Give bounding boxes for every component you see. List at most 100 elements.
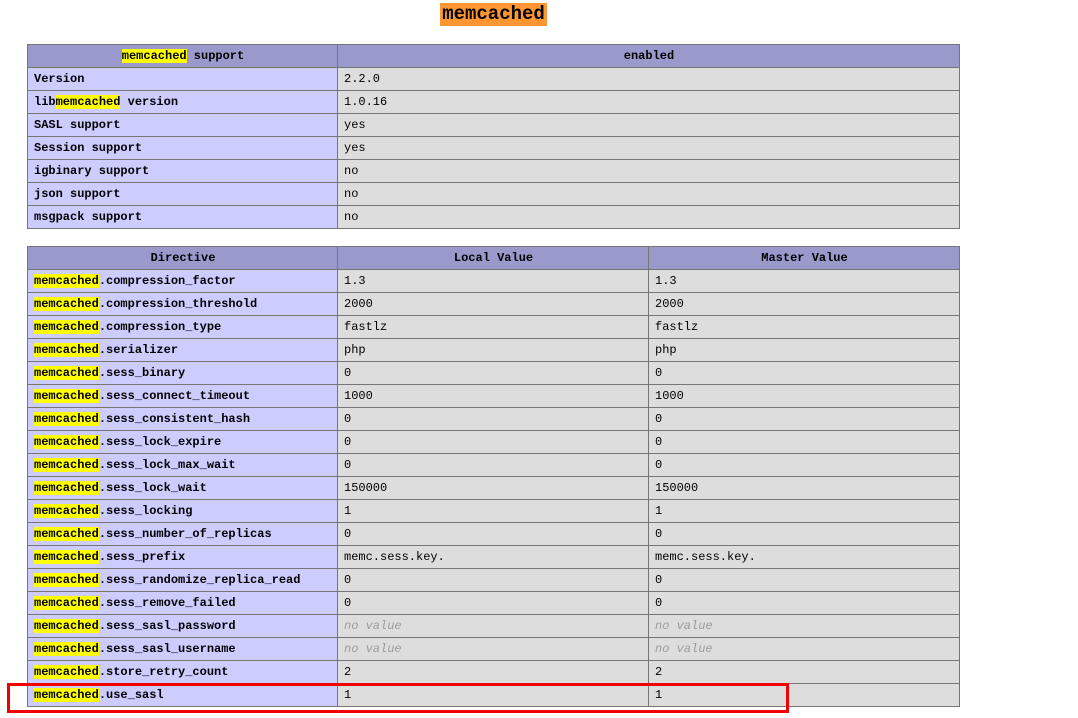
row-value-cell: 1.3 bbox=[337, 269, 649, 293]
row-value-cell: 0 bbox=[337, 522, 649, 546]
row-label-cell: Version bbox=[27, 67, 338, 91]
row-value-cell: 150000 bbox=[337, 476, 649, 500]
row-value-cell: 0 bbox=[337, 361, 649, 385]
table-row: memcached.serializer php php bbox=[27, 338, 960, 362]
directives-header-local: Local Value bbox=[337, 246, 649, 270]
label-text: .sess_number_of_replicas bbox=[98, 527, 272, 541]
row-value-cell: 0 bbox=[648, 591, 960, 615]
label-text: Session support bbox=[34, 141, 143, 155]
directives-table-header-row: Directive Local Value Master Value bbox=[27, 246, 960, 270]
table-row: memcached.store_retry_count 2 2 bbox=[27, 660, 960, 684]
row-label-cell: memcached.serializer bbox=[27, 338, 338, 362]
label-text: .sess_randomize_replica_read bbox=[98, 573, 301, 587]
row-value-cell: 150000 bbox=[648, 476, 960, 500]
row-label-cell: memcached.sess_sasl_username bbox=[27, 637, 338, 661]
label-text: .sess_lock_max_wait bbox=[98, 458, 236, 472]
row-label-cell: memcached.sess_remove_failed bbox=[27, 591, 338, 615]
find-highlight: memcached bbox=[34, 412, 99, 426]
row-label-cell: memcached.compression_type bbox=[27, 315, 338, 339]
find-highlight: memcached bbox=[34, 343, 99, 357]
table-row: memcached.sess_locking 1 1 bbox=[27, 499, 960, 523]
find-highlight: memcached bbox=[34, 366, 99, 380]
row-label-cell: memcached.sess_connect_timeout bbox=[27, 384, 338, 408]
table-row: memcached.sess_connect_timeout 1000 1000 bbox=[27, 384, 960, 408]
row-value-cell: 0 bbox=[337, 430, 649, 454]
row-value-cell: yes bbox=[337, 113, 960, 137]
row-value-cell: no value bbox=[337, 637, 649, 661]
table-row: memcached.sess_remove_failed 0 0 bbox=[27, 591, 960, 615]
label-text: .compression_factor bbox=[98, 274, 236, 288]
label-text: .sess_prefix bbox=[98, 550, 186, 564]
support-table-header-enabled: enabled bbox=[337, 44, 960, 68]
row-value-cell: 0 bbox=[648, 407, 960, 431]
table-row: memcached.sess_lock_wait 150000 150000 bbox=[27, 476, 960, 500]
label-text: .serializer bbox=[98, 343, 179, 357]
table-row: Version 2.2.0 bbox=[27, 67, 960, 91]
row-label-cell: memcached.sess_lock_wait bbox=[27, 476, 338, 500]
row-value-cell: 1 bbox=[337, 499, 649, 523]
find-highlight: memcached bbox=[121, 49, 187, 63]
label-text: .sess_sasl_username bbox=[98, 642, 236, 656]
phpinfo-page: memcached memcached support enabled Vers… bbox=[7, 0, 960, 713]
row-label-cell: memcached.sess_number_of_replicas bbox=[27, 522, 338, 546]
find-highlight: memcached bbox=[34, 550, 99, 564]
table-row: msgpack support no bbox=[27, 205, 960, 229]
label-text: .sess_remove_failed bbox=[98, 596, 236, 610]
module-title-row: memcached bbox=[27, 0, 960, 26]
row-value-cell: no bbox=[337, 182, 960, 206]
row-label-cell: Session support bbox=[27, 136, 338, 160]
find-highlight: memcached bbox=[34, 320, 99, 334]
label-text: .sess_connect_timeout bbox=[98, 389, 251, 403]
label-text: .compression_type bbox=[98, 320, 222, 334]
table-row: memcached.compression_threshold 2000 2000 bbox=[27, 292, 960, 316]
table-row: memcached.use_sasl 1 1 bbox=[27, 683, 960, 707]
row-value-cell: 0 bbox=[337, 591, 649, 615]
row-label-cell: msgpack support bbox=[27, 205, 338, 229]
table-row: memcached.compression_factor 1.3 1.3 bbox=[27, 269, 960, 293]
label-text: .compression_threshold bbox=[98, 297, 258, 311]
row-label-cell: memcached.sess_lock_max_wait bbox=[27, 453, 338, 477]
table-row: memcached.sess_prefix memc.sess.key. memc.… bbox=[27, 545, 960, 569]
find-highlight: memcached bbox=[34, 573, 99, 587]
row-value-cell: 1000 bbox=[648, 384, 960, 408]
directives-header-master: Master Value bbox=[648, 246, 960, 270]
find-highlight: memcached bbox=[34, 458, 99, 472]
label-text: .sess_locking bbox=[98, 504, 193, 518]
row-value-cell: 1 bbox=[648, 683, 960, 707]
row-label-cell: memcached.sess_binary bbox=[27, 361, 338, 385]
row-value-cell: memc.sess.key. bbox=[648, 545, 960, 569]
label-text: .sess_binary bbox=[98, 366, 186, 380]
table-row: memcached.compression_type fastlz fastlz bbox=[27, 315, 960, 339]
find-highlight: memcached bbox=[34, 274, 99, 288]
row-label-cell: memcached.sess_prefix bbox=[27, 545, 338, 569]
table-row: SASL support yes bbox=[27, 113, 960, 137]
header-text: support bbox=[186, 49, 245, 63]
row-label-cell: memcached.compression_factor bbox=[27, 269, 338, 293]
row-value-cell: fastlz bbox=[337, 315, 649, 339]
row-value-cell: 0 bbox=[648, 522, 960, 546]
row-value-cell: 2.2.0 bbox=[337, 67, 960, 91]
row-label-cell: memcached.compression_threshold bbox=[27, 292, 338, 316]
row-value-cell: memc.sess.key. bbox=[337, 545, 649, 569]
row-value-cell: fastlz bbox=[648, 315, 960, 339]
table-row: libmemcached version 1.0.16 bbox=[27, 90, 960, 114]
directives-header-directive: Directive bbox=[27, 246, 338, 270]
row-label-cell: SASL support bbox=[27, 113, 338, 137]
row-value-cell: 0 bbox=[648, 568, 960, 592]
label-text: msgpack support bbox=[34, 210, 143, 224]
table-row: memcached.sess_sasl_username no value no v… bbox=[27, 637, 960, 661]
directives-table-body: memcached.compression_factor 1.3 1.3 memcac… bbox=[27, 269, 960, 707]
label-text: Version bbox=[34, 72, 85, 86]
find-highlight: memcached bbox=[34, 642, 99, 656]
row-value-cell: php bbox=[337, 338, 649, 362]
row-value-cell: 2000 bbox=[337, 292, 649, 316]
row-label-cell: json support bbox=[27, 182, 338, 206]
label-text: igbinary support bbox=[34, 164, 150, 178]
row-value-cell: 0 bbox=[337, 453, 649, 477]
row-value-cell: no value bbox=[648, 614, 960, 638]
support-table-header-row: memcached support enabled bbox=[27, 44, 960, 68]
label-text: json support bbox=[34, 187, 121, 201]
support-table-header-label: memcached support bbox=[27, 44, 338, 68]
module-title: memcached bbox=[440, 3, 547, 26]
row-value-cell: no value bbox=[648, 637, 960, 661]
